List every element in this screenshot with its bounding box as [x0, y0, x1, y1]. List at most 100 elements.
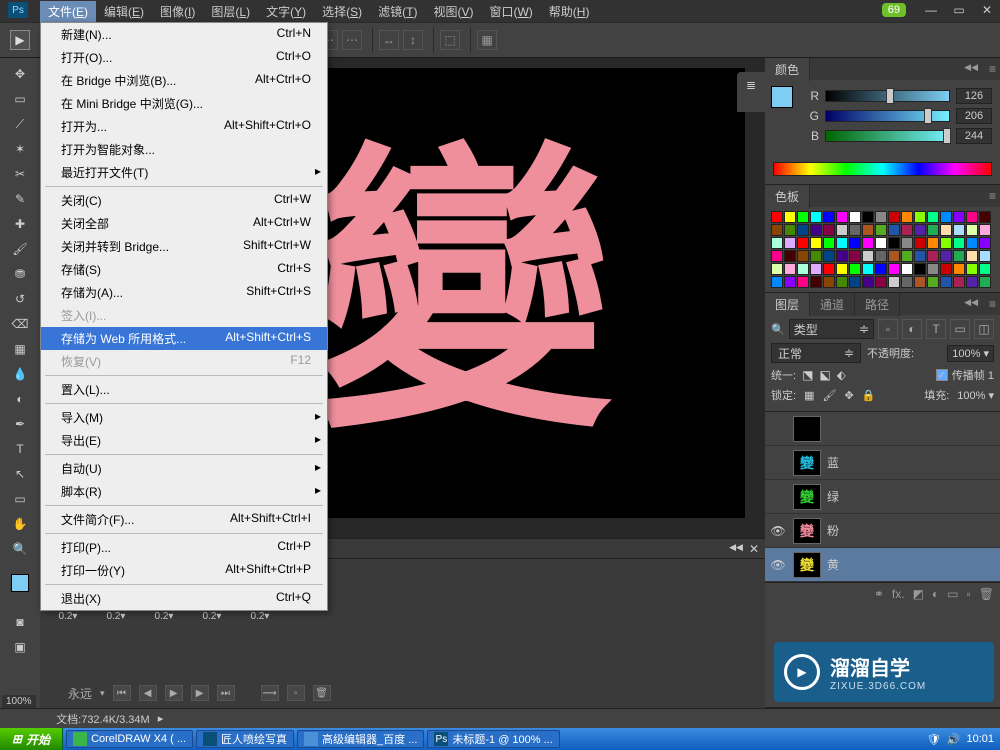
menu-layer[interactable]: 图层(L) [203, 1, 258, 22]
r-slider[interactable] [825, 90, 950, 102]
swatch[interactable] [966, 263, 978, 275]
swatch[interactable] [810, 250, 822, 262]
menu-select[interactable]: 选择(S) [314, 1, 370, 22]
dist-space-v-icon[interactable]: ↕ [403, 30, 423, 50]
swatch[interactable] [940, 276, 952, 288]
g-value[interactable]: 206 [956, 108, 992, 124]
menu-item[interactable]: 新建(N)...Ctrl+N [41, 23, 327, 46]
menu-window[interactable]: 窗口(W) [481, 1, 540, 22]
history-brush-tool[interactable]: ↺ [5, 287, 35, 311]
swatch[interactable] [940, 237, 952, 249]
g-slider[interactable] [825, 110, 950, 122]
swatch[interactable] [888, 224, 900, 236]
layers-tab[interactable]: 图层 [765, 293, 810, 316]
first-frame-button[interactable]: ⏮ [113, 685, 131, 701]
swatch[interactable] [810, 237, 822, 249]
pen-tool[interactable]: ✒ [5, 412, 35, 436]
swatch[interactable] [862, 250, 874, 262]
screen-mode-toggle[interactable]: ▣ [5, 635, 35, 659]
swatch[interactable] [940, 224, 952, 236]
menu-item[interactable]: 关闭(C)Ctrl+W [41, 189, 327, 212]
quick-mask-toggle[interactable]: ◙ [5, 610, 35, 634]
opacity-value[interactable]: 100% ▾ [947, 345, 994, 362]
b-slider[interactable] [825, 130, 950, 142]
next-frame-button[interactable]: ▶ [191, 685, 209, 701]
panel-collapse-icon[interactable]: ◀◀ [964, 297, 978, 308]
taskbar-item[interactable]: 匠人喷绘写真 [196, 730, 294, 748]
menu-item[interactable]: 打开为...Alt+Shift+Ctrl+O [41, 115, 327, 138]
swatch[interactable] [914, 276, 926, 288]
swatch[interactable] [836, 250, 848, 262]
layer-name[interactable]: 粉 [827, 522, 839, 539]
unify-position-icon[interactable]: ⬔ [802, 368, 813, 382]
start-button[interactable]: ⊞开始 [0, 728, 63, 750]
swatch[interactable] [966, 237, 978, 249]
type-tool[interactable]: T [5, 437, 35, 461]
swatch[interactable] [888, 263, 900, 275]
eyedropper-tool[interactable]: ✎ [5, 187, 35, 211]
swatch[interactable] [927, 276, 939, 288]
marquee-tool[interactable]: ▭ [5, 87, 35, 111]
fill-value[interactable]: 100% ▾ [957, 389, 994, 402]
swatch[interactable] [810, 211, 822, 223]
menu-item[interactable]: 在 Mini Bridge 中浏览(G)... [41, 92, 327, 115]
panel-menu-icon[interactable]: ≡ [989, 189, 996, 203]
menu-item[interactable]: 文件简介(F)...Alt+Shift+Ctrl+I [41, 508, 327, 531]
unify-visibility-icon[interactable]: ⬕ [819, 368, 830, 382]
minimize-button[interactable]: — [918, 2, 944, 18]
swatch[interactable] [875, 250, 887, 262]
swatch[interactable] [914, 224, 926, 236]
swatch[interactable] [966, 211, 978, 223]
menu-item[interactable]: 存储为 Web 所用格式...Alt+Shift+Ctrl+S [41, 327, 327, 350]
history-panel-icon[interactable]: ≣ [746, 78, 756, 92]
swatch[interactable] [771, 211, 783, 223]
swatch[interactable] [927, 250, 939, 262]
menu-image[interactable]: 图像(I) [152, 1, 203, 22]
last-frame-button[interactable]: ⏭ [217, 685, 235, 701]
swatch[interactable] [901, 276, 913, 288]
swatch[interactable] [862, 263, 874, 275]
layer-style-icon[interactable]: fx. [892, 587, 905, 601]
swatch[interactable] [901, 224, 913, 236]
swatch[interactable] [797, 276, 809, 288]
swatch[interactable] [784, 263, 796, 275]
menu-type[interactable]: 文字(Y) [258, 1, 314, 22]
swatch[interactable] [940, 211, 952, 223]
stamp-tool[interactable]: ⛃ [5, 262, 35, 286]
swatch[interactable] [771, 276, 783, 288]
taskbar-item[interactable]: Ps未标题-1 @ 100% ... [427, 730, 559, 748]
filter-type-icon[interactable]: T [926, 319, 946, 339]
swatch[interactable] [784, 224, 796, 236]
swatch[interactable] [784, 211, 796, 223]
lock-transparent-icon[interactable]: ▦ [804, 389, 814, 402]
swatch[interactable] [914, 250, 926, 262]
hand-tool[interactable]: ✋ [5, 512, 35, 536]
menu-help[interactable]: 帮助(H) [541, 1, 598, 22]
layer-thumbnail[interactable]: 變 [793, 484, 821, 510]
swatch[interactable] [771, 237, 783, 249]
zoom-tool[interactable]: 🔍 [5, 537, 35, 561]
swatch[interactable] [979, 263, 991, 275]
swatch[interactable] [927, 263, 939, 275]
swatch[interactable] [823, 250, 835, 262]
lock-position-icon[interactable]: ✥ [844, 389, 853, 402]
filter-pixel-icon[interactable]: ▫ [878, 319, 898, 339]
layer-row[interactable] [765, 412, 1000, 446]
color-tab[interactable]: 颜色 [765, 58, 810, 81]
swatch[interactable] [810, 276, 822, 288]
swatch[interactable] [784, 276, 796, 288]
menu-item[interactable]: 在 Bridge 中浏览(B)...Alt+Ctrl+O [41, 69, 327, 92]
layer-name[interactable]: 蓝 [827, 454, 839, 471]
blend-mode-select[interactable]: 正常≑ [771, 343, 861, 363]
swatch[interactable] [849, 224, 861, 236]
swatch[interactable] [849, 211, 861, 223]
swatch[interactable] [875, 224, 887, 236]
dodge-tool[interactable]: ◐ [5, 387, 35, 411]
taskbar-item[interactable]: 高级编辑器_百度 ... [297, 730, 424, 748]
swatch[interactable] [823, 263, 835, 275]
quick-select-tool[interactable]: ✶ [5, 137, 35, 161]
tween-button[interactable]: ⟿ [261, 685, 279, 701]
swatch[interactable] [849, 237, 861, 249]
unify-style-icon[interactable]: ⬖ [837, 368, 846, 382]
move-tool[interactable]: ✥ [5, 62, 35, 86]
